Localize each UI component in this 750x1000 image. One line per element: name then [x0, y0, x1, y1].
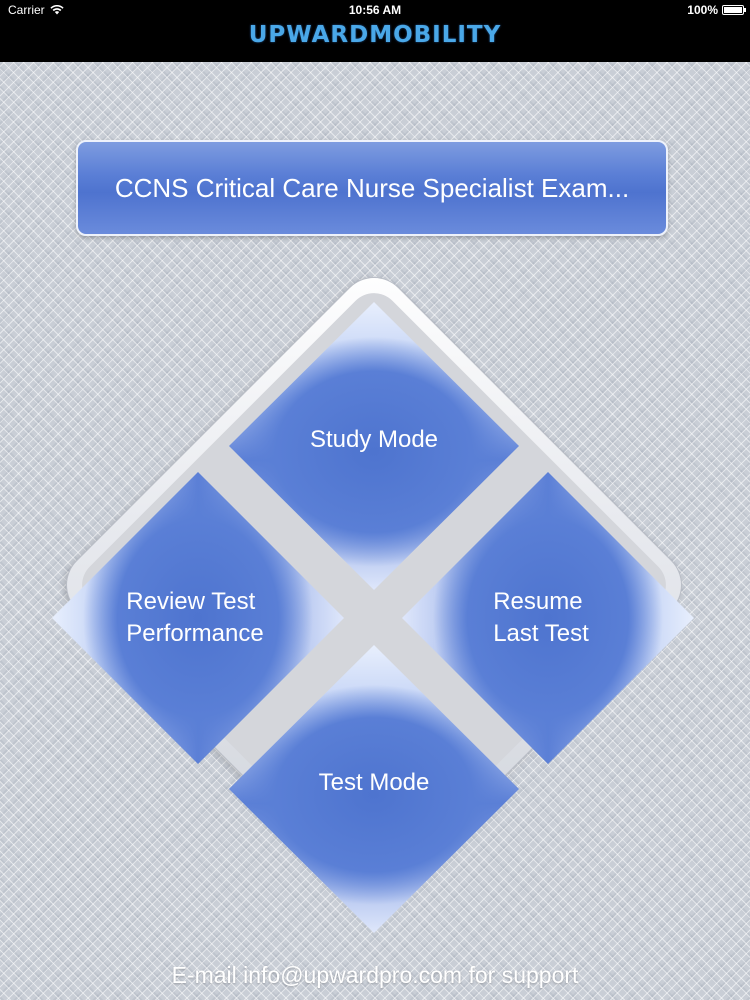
- test-mode-label: Test Mode: [318, 768, 430, 796]
- header-bar: Carrier 10:56 AM 100% UPWARDMOBILITY: [0, 0, 750, 62]
- status-battery: 100%: [687, 3, 746, 17]
- study-mode-label: Study Mode: [309, 425, 439, 453]
- resume-line-1: Resume: [493, 587, 583, 615]
- support-footer[interactable]: E-mail info@upwardpro.com for support: [0, 962, 750, 989]
- status-time: 10:56 AM: [348, 3, 402, 17]
- resume-last-test-label: Resume Last Test: [493, 586, 589, 651]
- review-line-1: Review Test: [126, 587, 256, 615]
- battery-icon: [722, 5, 746, 15]
- exam-title-button[interactable]: CCNS Critical Care Nurse Specialist Exam…: [76, 140, 668, 236]
- battery-percent: 100%: [687, 3, 718, 17]
- app-logo: UPWARDMOBILITY: [248, 22, 502, 48]
- resume-line-2: Last Test: [493, 620, 589, 647]
- review-line-2: Performance: [126, 620, 264, 647]
- review-performance-label: Review Test Performance: [126, 586, 263, 651]
- exam-title-label: CCNS Critical Care Nurse Specialist Exam…: [114, 172, 630, 203]
